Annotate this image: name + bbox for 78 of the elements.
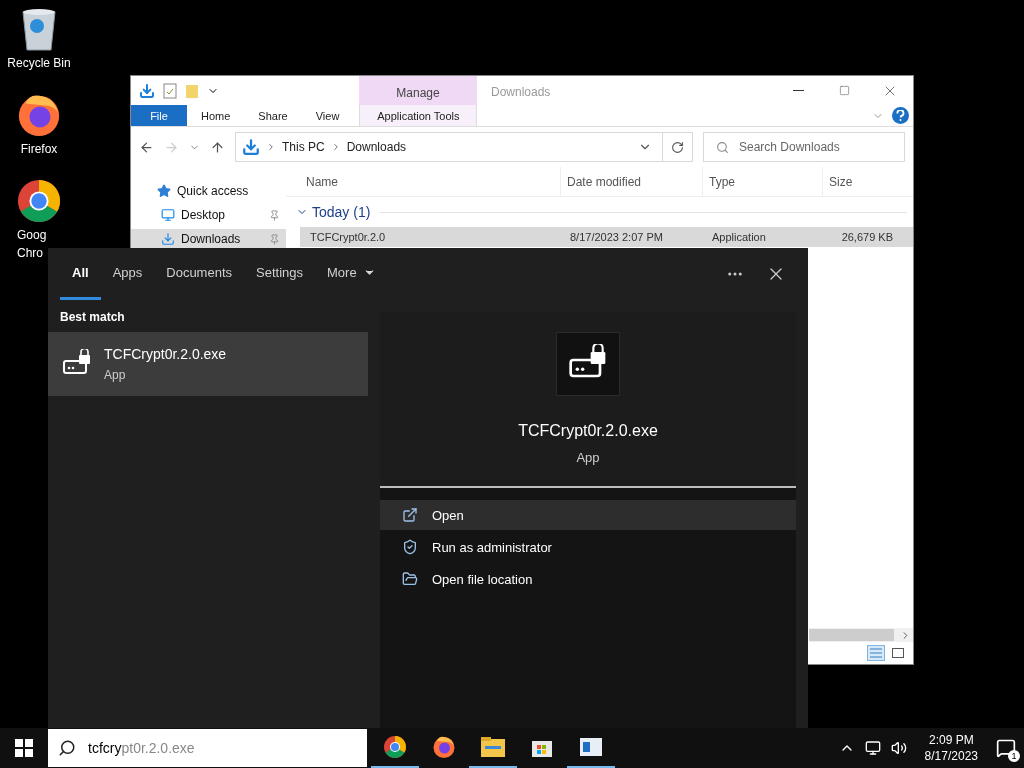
ribbon-tab[interactable]: File xyxy=(131,105,187,126)
open-icon xyxy=(402,507,418,523)
desktop-icon-label: Chro xyxy=(17,246,43,260)
download-icon xyxy=(161,232,175,246)
maximize-icon xyxy=(838,85,850,96)
volume-icon[interactable] xyxy=(890,740,907,756)
filter-tab[interactable]: All xyxy=(60,248,101,300)
shield-icon xyxy=(402,539,418,555)
action-item[interactable]: Run as administrator xyxy=(380,532,796,562)
desktop-icon-label: Firefox xyxy=(20,142,58,156)
filter-tab[interactable]: More xyxy=(315,248,388,300)
app-window-icon xyxy=(579,737,603,757)
table-cell-text: 8/17/2023 2:07 PM xyxy=(569,231,664,243)
sidebar-label: Quick access xyxy=(177,184,249,198)
column-header[interactable]: Size xyxy=(822,167,897,196)
desktop-icon-label: Goog xyxy=(17,228,47,242)
breadcrumb[interactable]: Downloads xyxy=(346,140,407,154)
result-type: App xyxy=(104,368,127,382)
action-item[interactable]: Open file location xyxy=(380,564,796,594)
group-header[interactable]: Today (1) xyxy=(312,204,371,220)
contextual-tab-header: Manage xyxy=(359,76,477,105)
help-button[interactable] xyxy=(892,107,909,124)
breadcrumb[interactable]: This PC xyxy=(282,140,325,154)
minimize-icon xyxy=(792,90,804,91)
back-button[interactable] xyxy=(139,139,154,155)
chrome-icon xyxy=(383,735,407,759)
desktop-icon-label: Recycle Bin xyxy=(7,56,71,70)
windows-logo-icon xyxy=(15,739,33,757)
filter-tab[interactable]: Apps xyxy=(100,248,155,300)
folder-icon xyxy=(480,736,506,758)
horizontal-scrollbar[interactable] xyxy=(809,628,913,642)
preview-title: TCFCrypt0r.2.0.exe xyxy=(518,422,658,440)
result-name: TCFCrypt0r.2.0.exe xyxy=(104,346,227,362)
table-cell-text: 26,679 KB xyxy=(840,231,894,243)
search-icon xyxy=(58,739,76,757)
column-header[interactable]: Type xyxy=(702,167,822,196)
column-header[interactable]: Date modified xyxy=(560,167,702,196)
filter-tab[interactable]: Documents xyxy=(154,248,244,300)
clock[interactable]: 2:09 PM 8/17/2023 xyxy=(924,732,978,764)
network-icon[interactable] xyxy=(864,740,881,756)
chrome-icon xyxy=(16,178,62,224)
refresh-icon xyxy=(671,140,684,154)
filter-tab[interactable]: Settings xyxy=(244,248,315,300)
question-mark-icon xyxy=(896,110,905,121)
file-row[interactable]: TCFCrypt0r.2.0 8/17/2023 2:07 PM Application 26,679 KB xyxy=(300,227,913,247)
sidebar-item[interactable]: Desktop xyxy=(131,205,286,225)
search-result[interactable]: TCFCrypt0r.2.0.exe App xyxy=(48,332,368,396)
chevron-icon xyxy=(266,142,276,152)
desktop-shortcut[interactable]: Recycle Bin xyxy=(7,6,71,70)
up-button[interactable] xyxy=(210,139,225,155)
star-icon xyxy=(157,184,171,198)
address-bar[interactable]: This PC Downloads xyxy=(235,132,693,162)
taskbar-search-field[interactable]: tcfcrypt0r.2.0.exe xyxy=(48,729,367,767)
sidebar-item[interactable]: Quick access xyxy=(131,181,286,201)
ribbon-tab[interactable]: Application Tools xyxy=(359,105,478,126)
file-name: TCFCrypt0r.2.0 xyxy=(309,231,387,243)
section-heading: Best match xyxy=(59,309,126,326)
column-header[interactable]: Name xyxy=(300,167,560,196)
window-title: Downloads xyxy=(490,84,552,101)
folder-icon xyxy=(402,571,418,587)
firefox-icon xyxy=(432,735,456,759)
search-icon xyxy=(716,140,729,154)
preview-type: App xyxy=(576,450,600,465)
download-icon xyxy=(242,138,260,156)
desktop-shortcut[interactable]: Firefox xyxy=(16,92,62,156)
ribbon-tab[interactable]: Home xyxy=(187,105,245,126)
table-cell-text: Application xyxy=(711,231,767,243)
ribbon-tab[interactable]: View xyxy=(301,105,354,126)
large-icons-view-button[interactable] xyxy=(889,645,907,661)
search-field[interactable]: Search Downloads xyxy=(703,132,905,162)
action-item[interactable]: Open xyxy=(380,500,796,530)
sidebar-label: Desktop xyxy=(181,208,226,222)
sidebar-item[interactable]: Downloads xyxy=(131,229,286,249)
desktop-icon xyxy=(161,208,175,222)
notification-count: 1 xyxy=(1008,750,1020,762)
ribbon-tab[interactable]: Share xyxy=(244,105,302,126)
sidebar-label: Downloads xyxy=(181,232,241,246)
download-icon[interactable] xyxy=(139,82,155,99)
